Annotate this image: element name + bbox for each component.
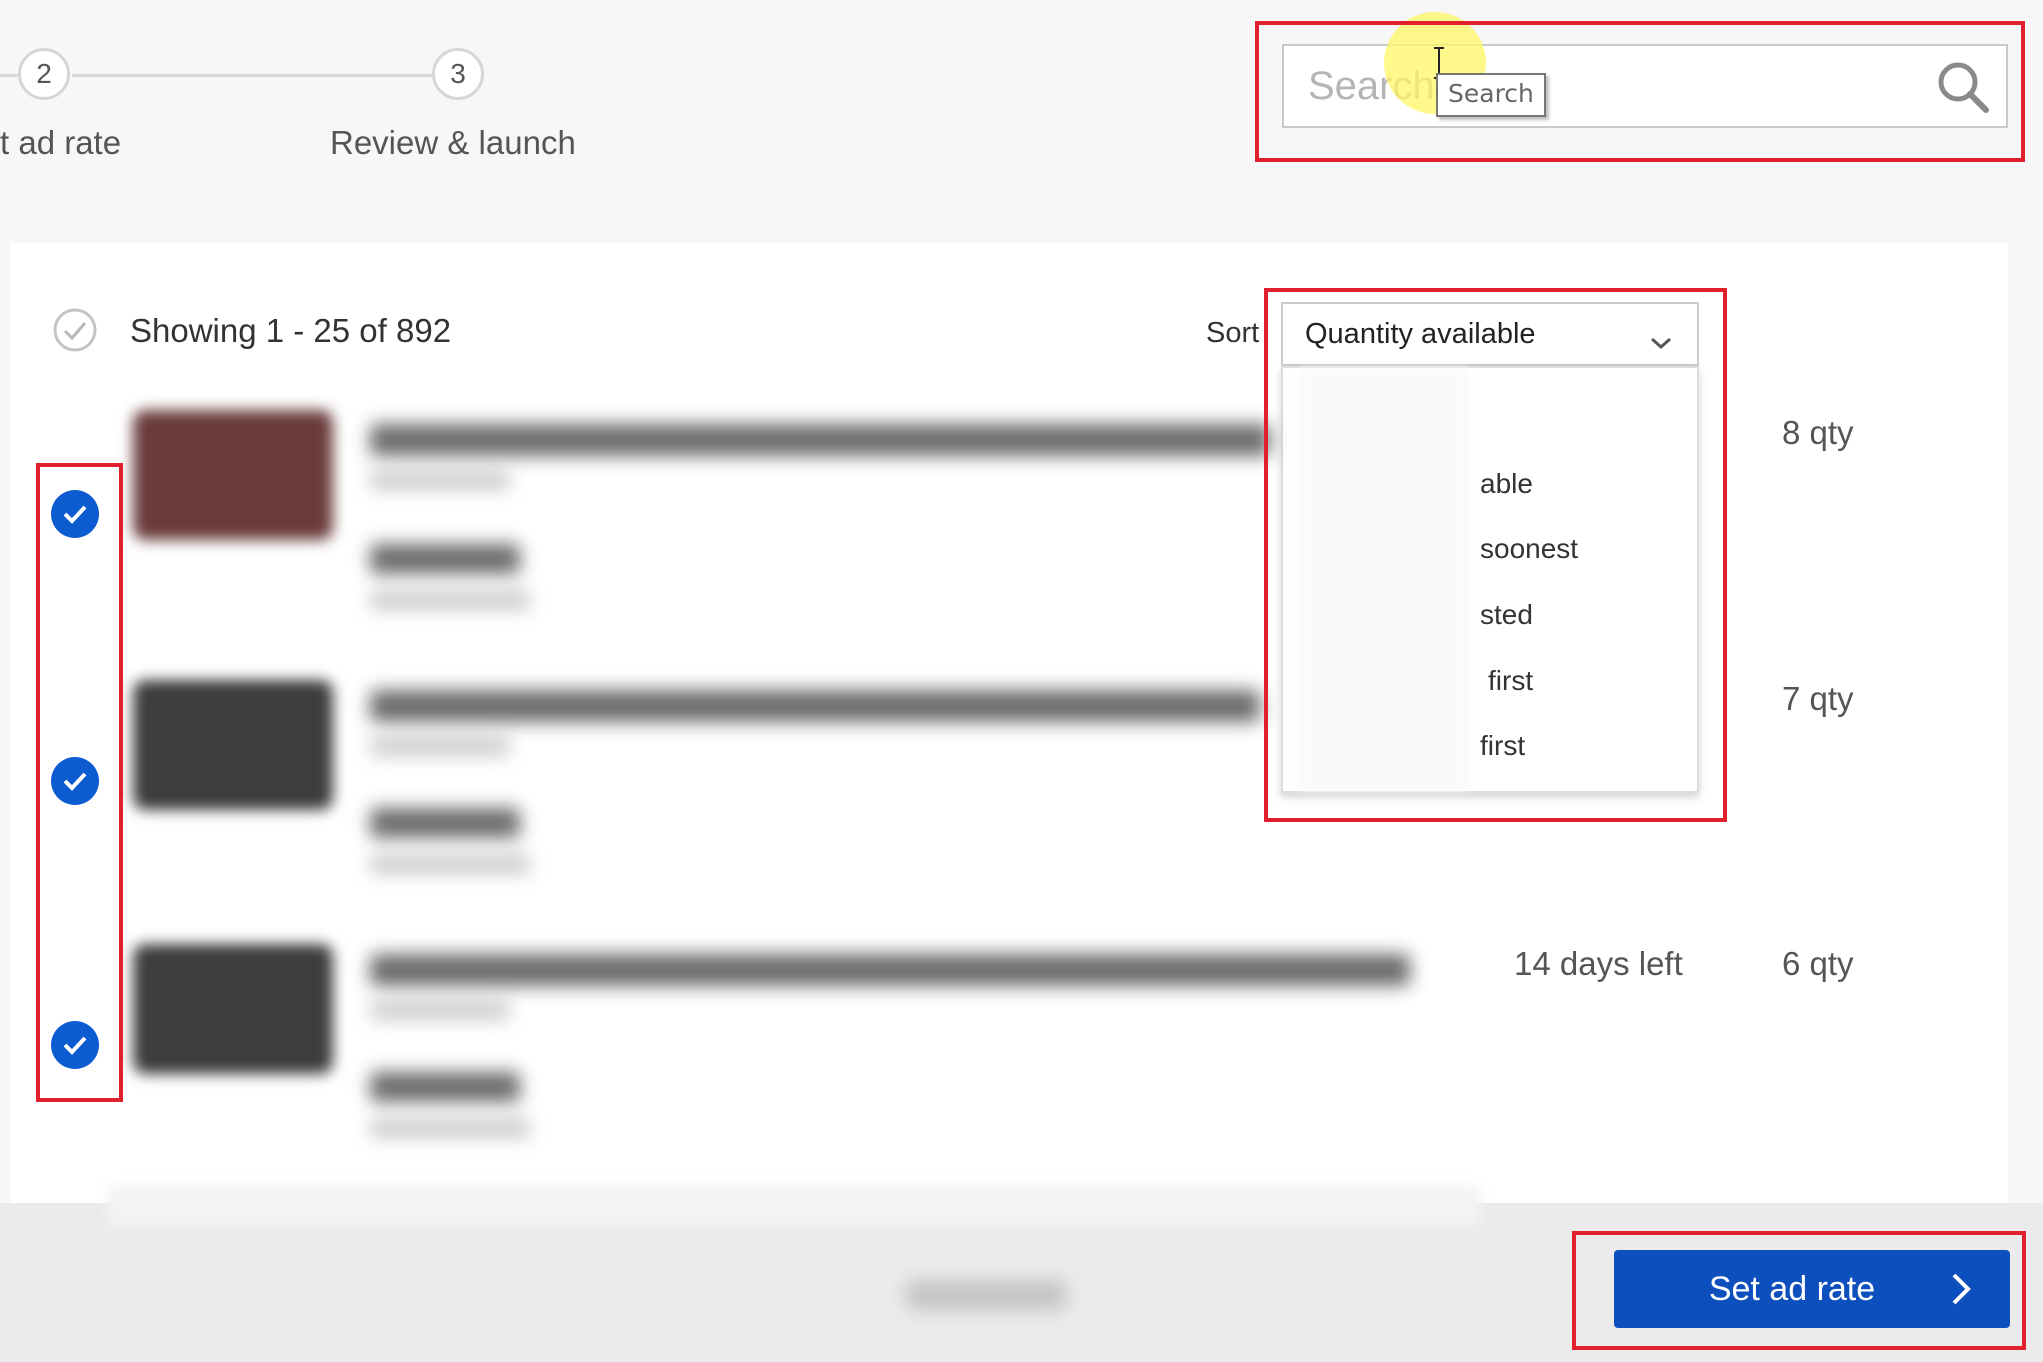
checkmark-icon [63, 772, 87, 791]
step-2-label[interactable]: t ad rate [0, 124, 121, 162]
listing-checkbox[interactable] [51, 1021, 99, 1069]
set-ad-rate-label: Set ad rate [1708, 1269, 1876, 1308]
listing-quantity: 7 qty [1782, 680, 1854, 717]
stepper-line-left [0, 74, 20, 77]
step-2-number: 2 [36, 58, 52, 89]
listing-price-blurred [370, 544, 520, 574]
chevron-down-icon [1649, 326, 1673, 359]
listing-meta-blurred [370, 854, 530, 874]
dropdown-blurred-region [1299, 368, 1469, 791]
listing-meta-blurred [370, 1118, 530, 1138]
listing-meta-blurred [370, 590, 530, 610]
listing-time-left: 14 days left [1514, 945, 1683, 982]
step-3-label[interactable]: Review & launch [330, 124, 576, 162]
results-count: Showing 1 - 25 of 892 [130, 312, 452, 349]
listing-subtitle-blurred [370, 736, 510, 756]
footer-fade [108, 1186, 1480, 1226]
listing-checkbox[interactable] [51, 490, 99, 538]
listing-subtitle-blurred [370, 1000, 510, 1020]
sort-label: Sort [1206, 317, 1260, 349]
checkmark-icon [63, 505, 87, 524]
sort-option[interactable]: sted [1480, 599, 1533, 631]
sort-dropdown: able soonest sted first first [1281, 366, 1699, 793]
sort-option[interactable]: able [1480, 468, 1533, 500]
listing-thumbnail[interactable] [133, 410, 333, 540]
listing-title-blurred[interactable] [370, 424, 1270, 456]
checkmark-icon [63, 1036, 87, 1055]
listing-subtitle-blurred [370, 470, 510, 490]
search-tooltip: Search [1436, 73, 1546, 117]
step-3-circle: 3 [432, 48, 484, 100]
step-3-number: 3 [450, 58, 466, 89]
listing-thumbnail[interactable] [133, 944, 333, 1074]
listing-thumbnail[interactable] [133, 680, 333, 810]
step-2-circle: 2 [18, 48, 70, 100]
select-all-checkbox[interactable] [52, 307, 98, 353]
listing-checkbox[interactable] [51, 757, 99, 805]
stepper-line-middle [72, 74, 432, 77]
sort-option[interactable]: first [1480, 730, 1525, 762]
set-ad-rate-button[interactable]: Set ad rate [1614, 1250, 2010, 1328]
listing-quantity: 6 qty [1782, 945, 1854, 982]
listing-price-blurred [370, 808, 520, 838]
listing-title-blurred[interactable] [370, 690, 1260, 722]
listing-price-blurred [370, 1072, 520, 1102]
sort-option[interactable]: soonest [1480, 533, 1578, 565]
sort-selected-value: Quantity available [1305, 317, 1536, 350]
sort-option[interactable]: first [1488, 665, 1533, 697]
search-icon[interactable] [1936, 60, 1990, 114]
listing-quantity: 8 qty [1782, 414, 1854, 451]
chevron-right-icon [1950, 1272, 1972, 1315]
search-input[interactable] [1284, 46, 1884, 126]
sort-select[interactable]: Quantity available [1281, 302, 1699, 366]
listing-title-blurred[interactable] [370, 954, 1410, 986]
secondary-button-blurred[interactable] [906, 1280, 1066, 1310]
